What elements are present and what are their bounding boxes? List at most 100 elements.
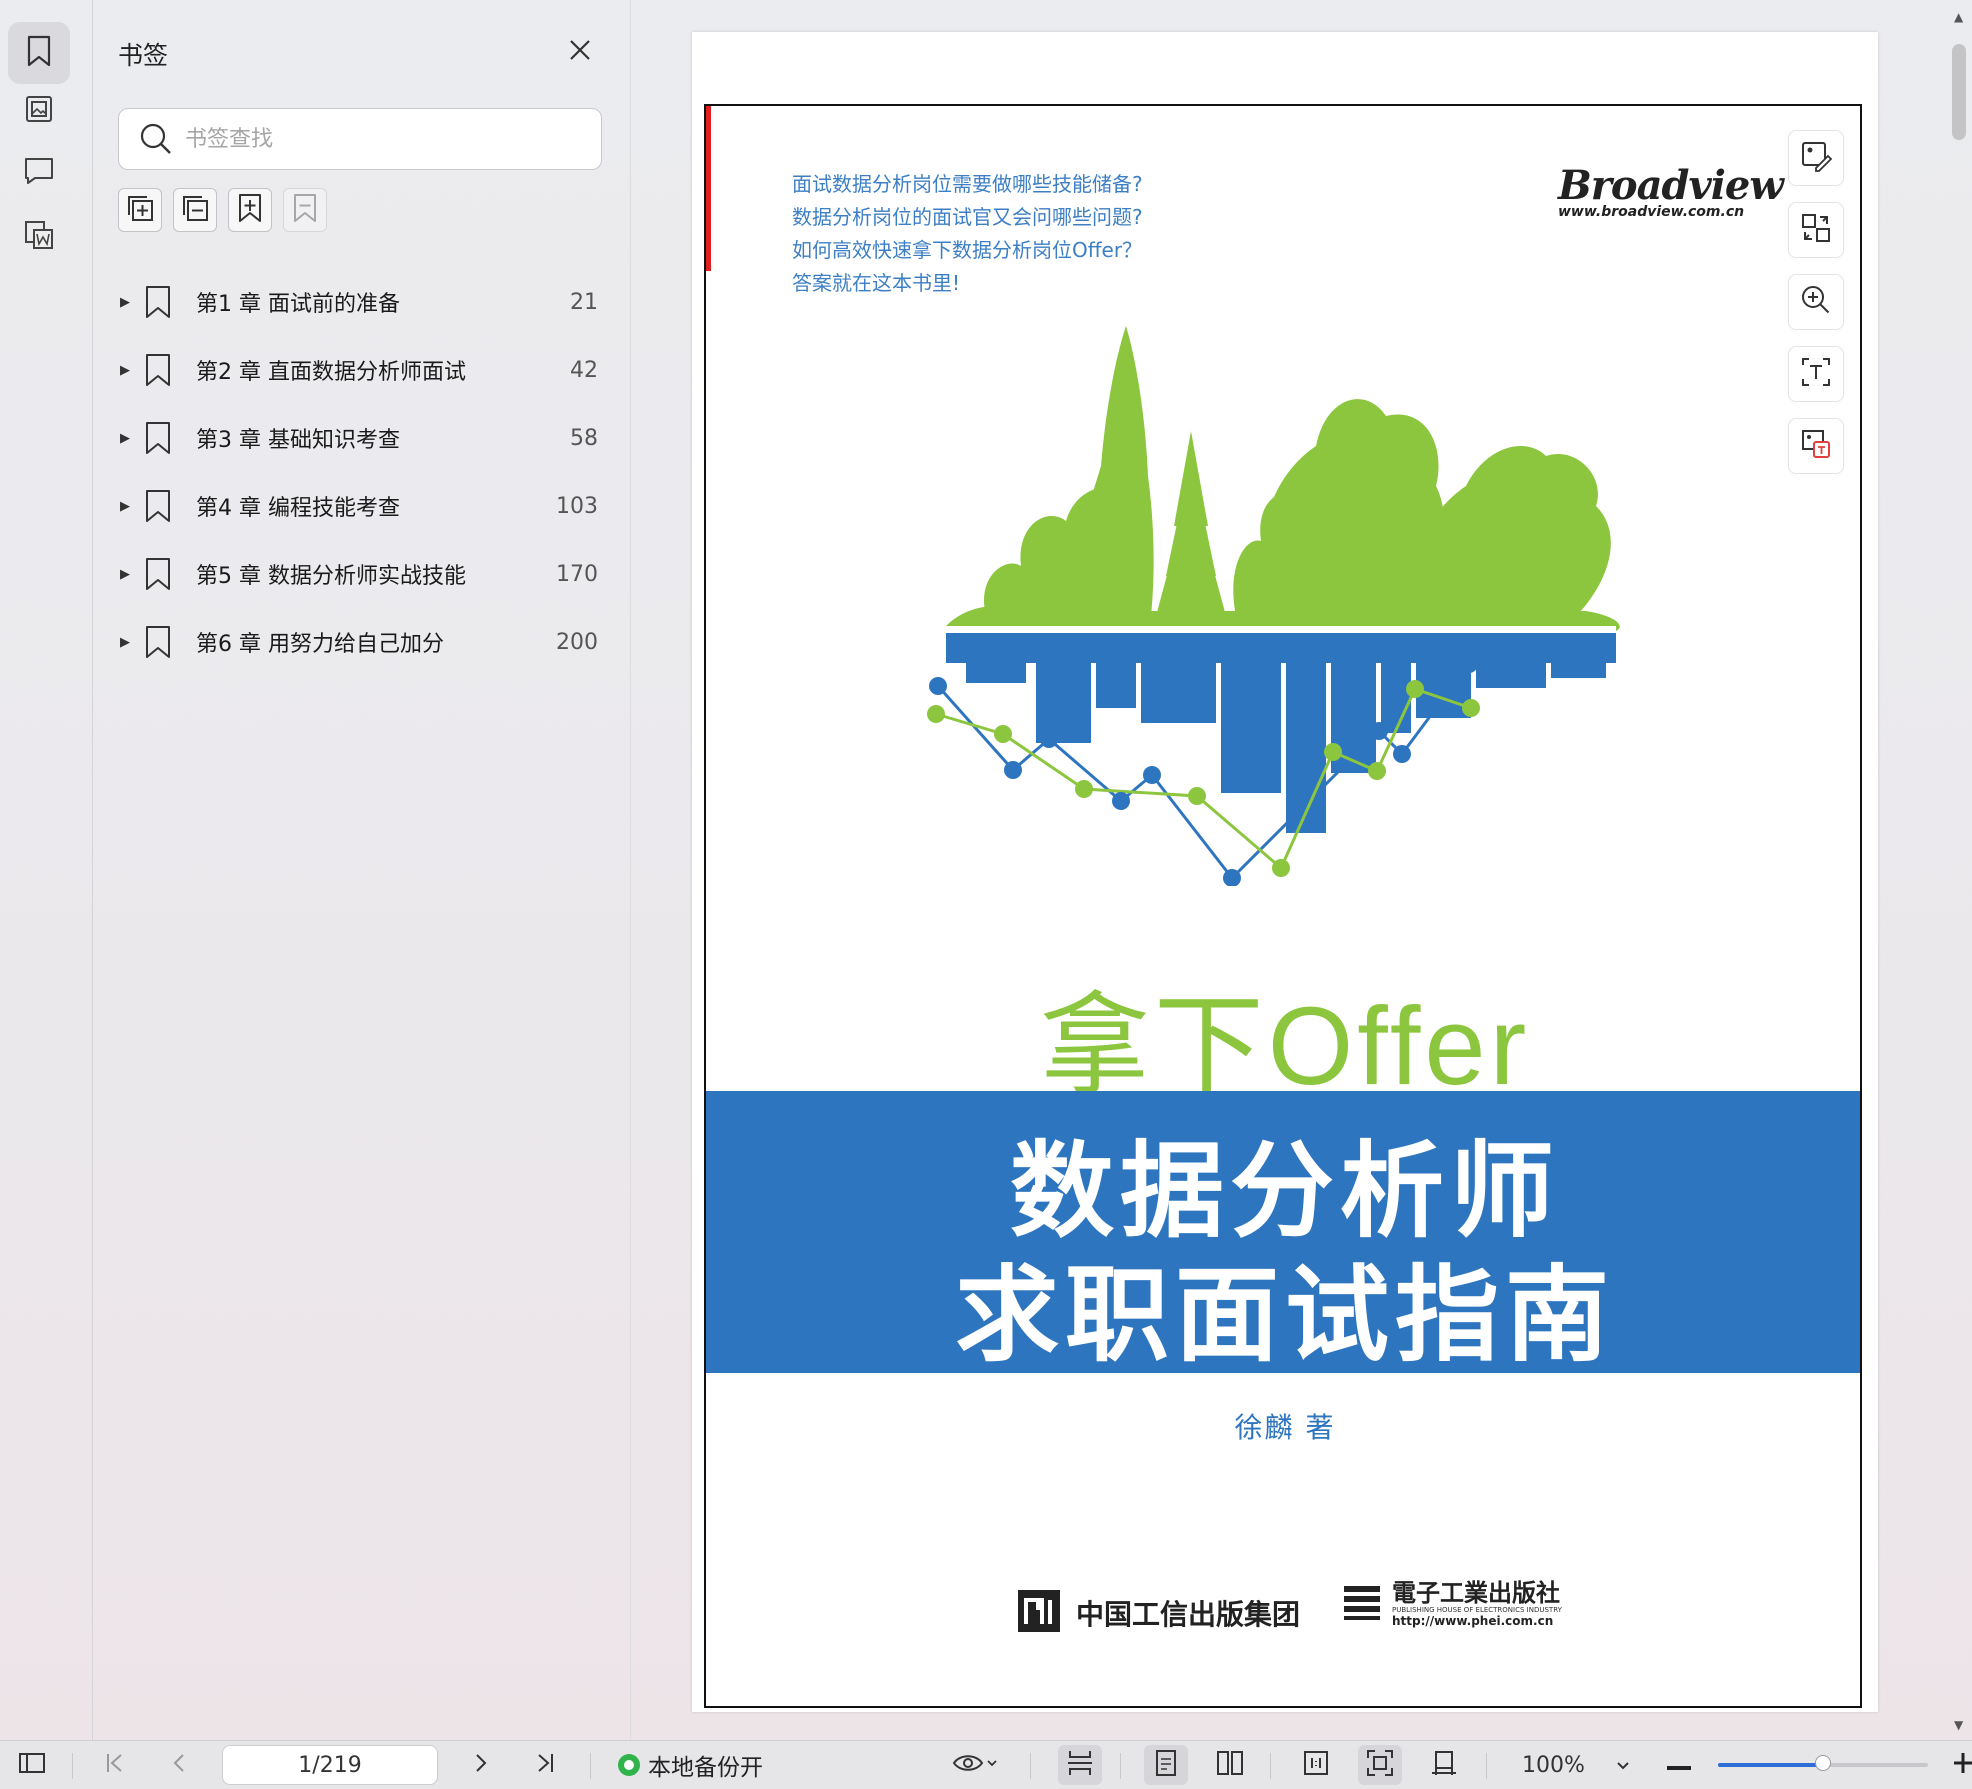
actual-size-button[interactable]: [1294, 1741, 1338, 1789]
bookmark-icon: [144, 418, 178, 458]
fit-width-icon: [1066, 1749, 1094, 1781]
next-page-button[interactable]: [466, 1741, 496, 1789]
convert-button[interactable]: [1788, 202, 1844, 258]
thumbnail-tab-button[interactable]: [8, 80, 70, 142]
bookmark-icon: [144, 350, 178, 390]
image-edit-icon: [1800, 140, 1833, 176]
vertical-scrollbar[interactable]: ▲ ▼: [1948, 0, 1972, 1740]
expand-all-button[interactable]: [118, 188, 162, 232]
minus-icon: [1667, 1756, 1691, 1775]
scroll-up-arrow-icon[interactable]: ▲: [1954, 10, 1963, 24]
collapse-all-button[interactable]: [173, 188, 217, 232]
expand-caret-icon[interactable]: ▶: [120, 295, 140, 310]
zoom-in-step-button[interactable]: [1954, 1741, 1972, 1789]
bookmark-page: 42: [570, 357, 598, 383]
single-page-icon: [1154, 1749, 1178, 1781]
bookmark-item[interactable]: ▶ 第3 章 基础知识考查 58: [118, 404, 598, 472]
first-page-button[interactable]: [100, 1741, 130, 1789]
expand-caret-icon[interactable]: ▶: [120, 431, 140, 446]
plus-icon: [1954, 1751, 1972, 1779]
close-panel-button[interactable]: [562, 34, 598, 70]
thumbnail-icon: [24, 94, 54, 128]
bookmark-label: 第6 章 用努力给自己加分: [196, 632, 444, 657]
delete-bookmark-button[interactable]: [283, 188, 327, 232]
zoom-in-icon: [1800, 284, 1832, 320]
bookmark-item[interactable]: ▶ 第5 章 数据分析师实战技能 170: [118, 540, 598, 608]
fit-page-icon: [1366, 1749, 1394, 1781]
bookmark-item[interactable]: ▶ 第6 章 用努力给自己加分 200: [118, 608, 598, 676]
ocr-text-button[interactable]: [1788, 346, 1844, 402]
zoom-out-button[interactable]: [1664, 1741, 1694, 1789]
bookmark-item[interactable]: ▶ 第4 章 编程技能考查 103: [118, 472, 598, 540]
scrollbar-thumb[interactable]: [1952, 44, 1966, 140]
convert-word-tab-button[interactable]: [8, 206, 70, 268]
chevron-left-icon: [171, 1752, 187, 1778]
add-bookmark-button[interactable]: [228, 188, 272, 232]
bookmark-page: 58: [570, 425, 598, 451]
comment-tab-button[interactable]: [8, 142, 70, 204]
publisher-house-logo-icon: [1342, 1582, 1382, 1626]
bookmark-icon: [144, 282, 178, 322]
expand-caret-icon[interactable]: ▶: [120, 499, 140, 514]
bookmark-item[interactable]: ▶ 第1 章 面试前的准备 21: [118, 268, 598, 336]
page-number-input[interactable]: 1/219: [222, 1745, 438, 1785]
toggle-sidebar-button[interactable]: [14, 1741, 50, 1789]
expand-caret-icon[interactable]: ▶: [120, 363, 140, 378]
zoom-in-button[interactable]: [1788, 274, 1844, 330]
chevron-down-icon: [1615, 1753, 1631, 1778]
separator: [1270, 1753, 1271, 1779]
bookmark-search-input[interactable]: [183, 125, 587, 153]
bookmark-panel: 书签 书签查找 ▶ 第1 章 面试前的准备 21 ▶ 第2 章 直面数据分析师面…: [92, 0, 631, 1740]
expand-caret-icon[interactable]: ▶: [120, 567, 140, 582]
bookmark-item[interactable]: ▶ 第2 章 直面数据分析师面试 42: [118, 336, 598, 404]
bookmark-page: 103: [556, 493, 598, 519]
publisher-logo-url: www.broadview.com.cn: [1558, 204, 1745, 220]
cover-question: 如何高效快速拿下数据分析岗位Offer？: [792, 238, 1143, 262]
rotate-page-button[interactable]: [1422, 1741, 1466, 1789]
expand-caret-icon[interactable]: ▶: [120, 635, 140, 650]
image-edit-button[interactable]: [1788, 130, 1844, 186]
bookmark-page: 170: [556, 561, 598, 587]
zoom-slider-handle[interactable]: [1815, 1755, 1831, 1771]
eye-icon: [952, 1751, 1000, 1779]
expand-all-icon: [125, 193, 155, 227]
bookmark-tab-button[interactable]: [8, 22, 70, 84]
backup-status-icon: [618, 1754, 640, 1776]
bookmark-icon: [25, 35, 53, 71]
status-bar: 1/219 本地备份开 100%: [0, 1740, 1972, 1789]
bookmark-label: 第1 章 面试前的准备: [196, 292, 400, 317]
comment-icon: [23, 156, 55, 190]
floating-tools: [1788, 130, 1844, 474]
zoom-value: 100%: [1522, 1752, 1585, 1778]
fit-page-button[interactable]: [1358, 1745, 1402, 1785]
separator: [590, 1753, 591, 1779]
actual-size-icon: [1302, 1749, 1330, 1781]
bookmark-label: 第4 章 编程技能考查: [196, 496, 400, 521]
bookmark-list: ▶ 第1 章 面试前的准备 21 ▶ 第2 章 直面数据分析师面试 42 ▶ 第…: [118, 268, 598, 676]
bookmark-label: 第2 章 直面数据分析师面试: [196, 360, 466, 385]
bookmark-search-box[interactable]: [118, 108, 602, 170]
publisher-house-subtitle: PUBLISHING HOUSE OF ELECTRONICS INDUSTRY: [1392, 1606, 1562, 1614]
last-page-button[interactable]: [530, 1741, 560, 1789]
previous-page-button[interactable]: [164, 1741, 194, 1789]
search-icon: [139, 122, 173, 156]
chevron-right-icon: [473, 1752, 489, 1778]
book-author: 徐麟 著: [1234, 1411, 1336, 1444]
read-mode-button[interactable]: [948, 1741, 1004, 1789]
fit-width-button[interactable]: [1058, 1745, 1102, 1785]
publisher-group: 中国工信出版集团: [1016, 1588, 1300, 1638]
separator: [1486, 1753, 1487, 1779]
backup-label: 本地备份开: [648, 1755, 763, 1781]
image-translate-button[interactable]: [1788, 418, 1844, 474]
local-backup-status[interactable]: 本地备份开: [618, 1741, 763, 1789]
publisher-group-logo-icon: [1016, 1588, 1062, 1638]
convert-icon: [1800, 212, 1832, 248]
zoom-slider[interactable]: [1718, 1755, 1928, 1771]
bookmark-toolbar: [118, 188, 327, 232]
bookmark-page: 200: [556, 629, 598, 655]
double-page-button[interactable]: [1208, 1741, 1252, 1789]
scroll-down-arrow-icon[interactable]: ▼: [1954, 1718, 1963, 1732]
single-page-button[interactable]: [1144, 1745, 1188, 1785]
sidebar-toggle-icon: [18, 1751, 46, 1779]
zoom-select[interactable]: 100%: [1522, 1741, 1631, 1789]
